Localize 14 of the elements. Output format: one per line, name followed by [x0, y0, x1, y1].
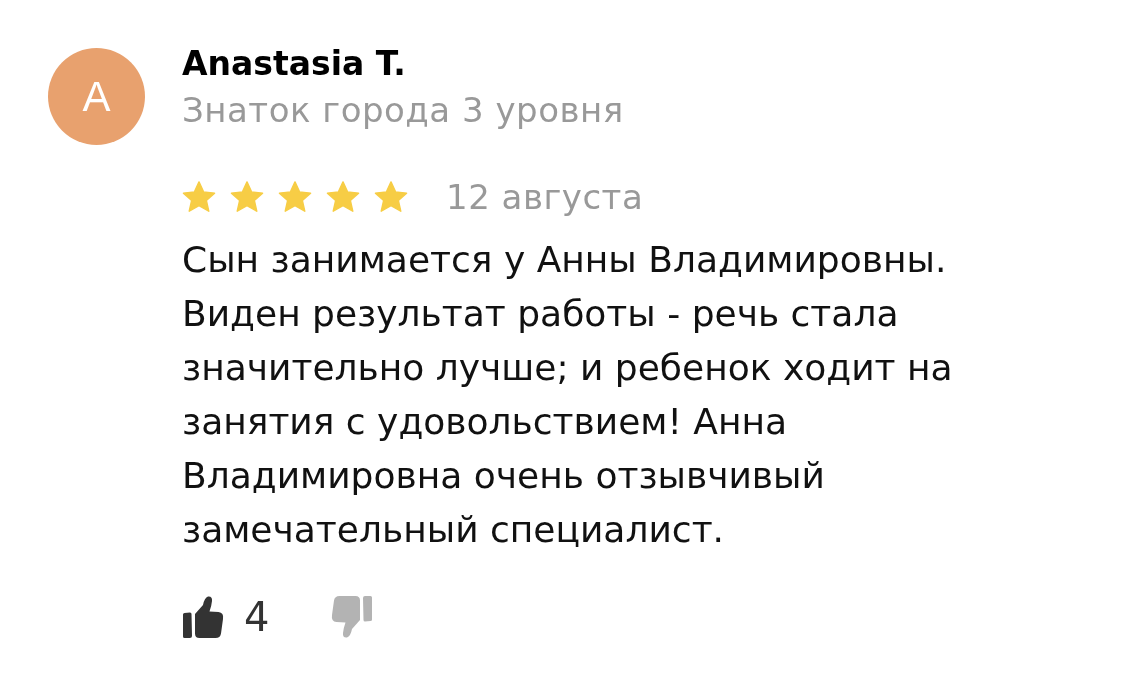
dislike-button[interactable] — [331, 596, 374, 638]
thumbs-up-icon — [182, 596, 224, 638]
avatar: A — [48, 48, 145, 145]
review-text: Сын занимается у Анны Владимировны. Виден результат работы - речь стала значительно лучше; и ребенок ходит на занятия с удовольствием! Анна Владимировна очень отзывчивый замечательный специалист. — [182, 238, 954, 552]
review-date: 12 августа — [446, 177, 644, 217]
star-icon — [278, 180, 312, 214]
star-icon — [374, 180, 408, 214]
thumbs-down-icon — [331, 596, 374, 638]
star-icon — [182, 180, 216, 214]
author-name[interactable]: Anastasia T. — [182, 44, 406, 84]
star-icon — [230, 180, 264, 214]
like-button[interactable]: 4 — [182, 595, 270, 639]
author-rank: Знаток города 3 уровня — [182, 90, 624, 130]
star-icon — [326, 180, 360, 214]
